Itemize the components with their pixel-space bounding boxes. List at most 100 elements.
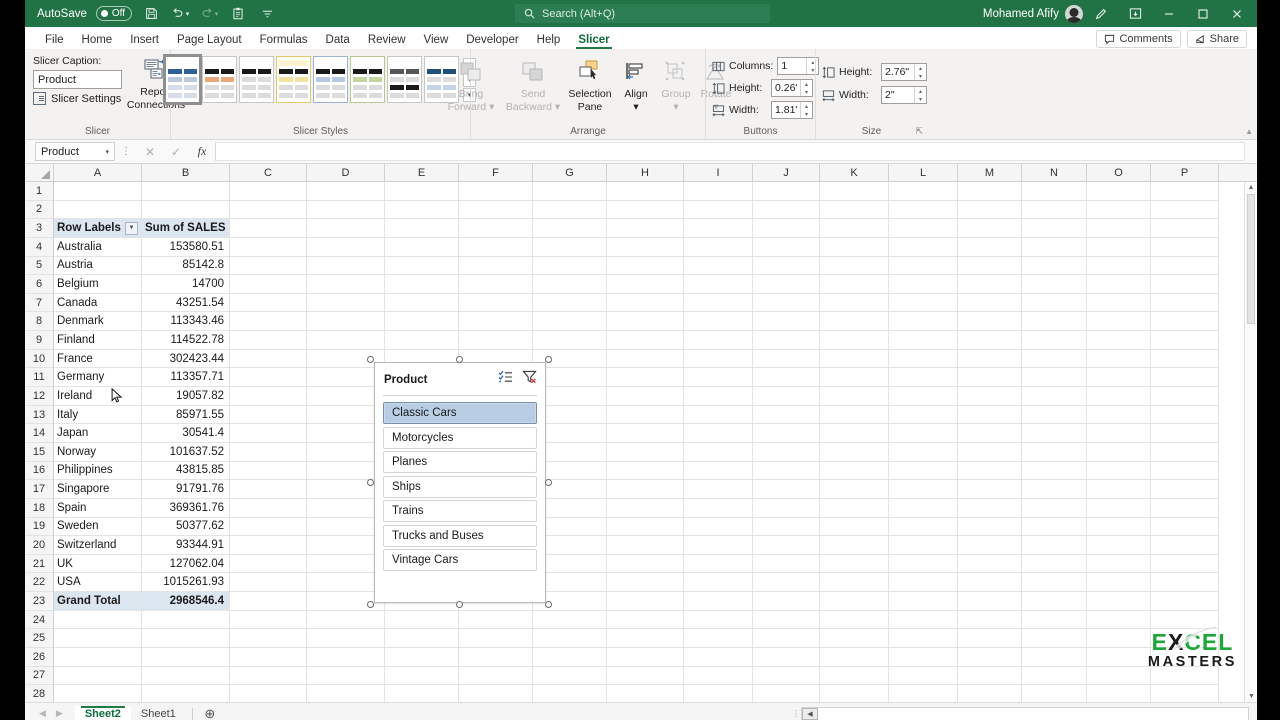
cell-L22[interactable] — [889, 573, 958, 593]
cell-M20[interactable] — [958, 536, 1022, 555]
cell-L8[interactable] — [889, 312, 958, 332]
cell-K25[interactable] — [820, 629, 889, 649]
cell-H14[interactable] — [607, 424, 684, 443]
buttons-width-input[interactable] — [772, 102, 800, 118]
slicer-style-swatch[interactable] — [276, 56, 311, 103]
cell-B1[interactable] — [142, 182, 230, 201]
cell-N19[interactable] — [1022, 517, 1087, 537]
cell-K15[interactable] — [820, 442, 889, 462]
slicer-item-vintage-cars[interactable]: Vintage Cars — [383, 549, 537, 571]
ribbon-display-options-icon[interactable] — [1119, 0, 1151, 27]
column-header-a[interactable]: A — [54, 164, 142, 181]
cell-L17[interactable] — [889, 480, 958, 499]
cell-P26[interactable] — [1151, 648, 1219, 667]
cell-C3[interactable] — [230, 219, 307, 238]
avatar[interactable] — [1065, 4, 1083, 23]
scroll-down-icon[interactable]: ▼ — [1245, 691, 1257, 702]
row-header-1[interactable]: 1 — [25, 182, 53, 201]
cell-E8[interactable] — [385, 312, 459, 332]
cell-G1[interactable] — [533, 182, 607, 201]
cell-H13[interactable] — [607, 405, 684, 425]
cell-J5[interactable] — [753, 256, 820, 276]
column-header-i[interactable]: I — [684, 164, 753, 181]
tab-file[interactable]: File — [36, 33, 73, 49]
tab-page-layout[interactable]: Page Layout — [168, 33, 251, 49]
cell-K7[interactable] — [820, 293, 889, 313]
cell-H20[interactable] — [607, 536, 684, 555]
cell-B16[interactable]: 43815.85 — [142, 461, 230, 481]
buttons-width-stepper[interactable]: ▴▾ — [771, 101, 813, 119]
buttons-height-spin-arrows[interactable]: ▴ ▾ — [800, 80, 812, 96]
multi-select-icon[interactable] — [498, 370, 513, 389]
cell-O1[interactable] — [1087, 182, 1151, 201]
cell-A12[interactable]: Ireland — [54, 387, 142, 406]
cell-D9[interactable] — [307, 331, 385, 350]
cell-A4[interactable]: Australia — [54, 237, 142, 257]
cell-C2[interactable] — [230, 200, 307, 220]
cell-M27[interactable] — [958, 666, 1022, 686]
cell-L11[interactable] — [889, 368, 958, 388]
cell-P9[interactable] — [1151, 331, 1219, 350]
cell-J23[interactable] — [753, 592, 820, 611]
cell-A24[interactable] — [54, 610, 142, 630]
cell-M15[interactable] — [958, 442, 1022, 462]
cell-C20[interactable] — [230, 536, 307, 555]
cell-E24[interactable] — [385, 610, 459, 630]
pen-icon[interactable] — [1085, 0, 1117, 27]
insert-function-icon[interactable]: fx — [189, 144, 215, 159]
cell-N11[interactable] — [1022, 368, 1087, 388]
cell-J16[interactable] — [753, 461, 820, 481]
cell-B28[interactable] — [142, 685, 230, 702]
cell-P5[interactable] — [1151, 256, 1219, 276]
cell-G28[interactable] — [533, 685, 607, 702]
cell-I8[interactable] — [684, 312, 753, 332]
select-all-corner[interactable] — [25, 164, 54, 181]
slicer-item-ships[interactable]: Ships — [383, 475, 537, 498]
row-header-8[interactable]: 8 — [25, 312, 53, 332]
cell-C24[interactable] — [230, 610, 307, 630]
cell-D26[interactable] — [307, 648, 385, 667]
cell-K12[interactable] — [820, 387, 889, 406]
cell-E28[interactable] — [385, 685, 459, 702]
cell-C6[interactable] — [230, 275, 307, 294]
cell-J10[interactable] — [753, 349, 820, 369]
cell-M21[interactable] — [958, 554, 1022, 574]
cell-C5[interactable] — [230, 256, 307, 276]
cell-M17[interactable] — [958, 480, 1022, 499]
row-header-14[interactable]: 14 — [25, 424, 53, 443]
slicer-style-swatch[interactable] — [239, 56, 274, 103]
size-height-spin-arrows[interactable]: ▴ ▾ — [914, 64, 926, 80]
size-width-spin-arrows[interactable]: ▴ ▾ — [914, 87, 926, 103]
cell-I21[interactable] — [684, 554, 753, 574]
row-header-6[interactable]: 6 — [25, 275, 53, 294]
cell-C18[interactable] — [230, 498, 307, 518]
cell-N8[interactable] — [1022, 312, 1087, 332]
cell-M8[interactable] — [958, 312, 1022, 332]
cell-I4[interactable] — [684, 237, 753, 257]
cell-O18[interactable] — [1087, 498, 1151, 518]
group-button[interactable]: Group ▾ — [656, 55, 696, 113]
cell-L15[interactable] — [889, 442, 958, 462]
column-header-d[interactable]: D — [307, 164, 385, 181]
column-header-g[interactable]: G — [533, 164, 607, 181]
cell-E26[interactable] — [385, 648, 459, 667]
vertical-scroll-thumb[interactable] — [1247, 194, 1255, 324]
cell-C27[interactable] — [230, 666, 307, 686]
cell-M7[interactable] — [958, 293, 1022, 313]
tab-insert[interactable]: Insert — [121, 33, 168, 49]
cell-N14[interactable] — [1022, 424, 1087, 443]
row-header-20[interactable]: 20 — [25, 536, 53, 555]
cell-L20[interactable] — [889, 536, 958, 555]
cell-H1[interactable] — [607, 182, 684, 201]
cell-K27[interactable] — [820, 666, 889, 686]
cell-J25[interactable] — [753, 629, 820, 649]
cell-D25[interactable] — [307, 629, 385, 649]
cell-J27[interactable] — [753, 666, 820, 686]
cell-H4[interactable] — [607, 237, 684, 257]
cell-E5[interactable] — [385, 256, 459, 276]
clipboard-icon[interactable] — [228, 4, 248, 24]
cell-L28[interactable] — [889, 685, 958, 702]
cell-H21[interactable] — [607, 554, 684, 574]
cell-N15[interactable] — [1022, 442, 1087, 462]
cell-N18[interactable] — [1022, 498, 1087, 518]
